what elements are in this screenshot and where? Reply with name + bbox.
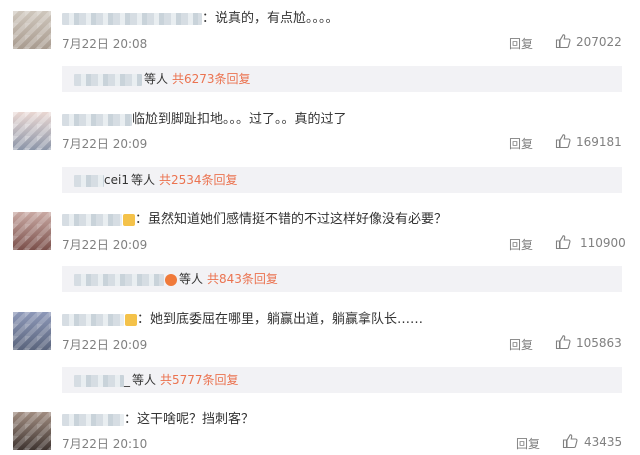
sub-reply-etc: 等人 — [132, 373, 157, 387]
reply-button[interactable]: 回复 — [509, 35, 533, 52]
like-count: 169181 — [576, 135, 622, 149]
sub-reply-users-blurred[interactable] — [74, 273, 164, 286]
comment-line: ：虽然知道她们感情挺不错的不过这样好像没有必要？ — [62, 212, 447, 228]
avatar[interactable] — [13, 412, 51, 450]
comment-text: ：她到底委屈在哪里，躺赢出道，躺赢拿队长…… — [137, 312, 424, 327]
username-blurred[interactable] — [62, 213, 122, 226]
sub-reply-user-suffix: _ — [124, 373, 130, 387]
thumbs-up-icon[interactable] — [555, 33, 571, 49]
comment-line: ：说真的，有点尬。。。。 — [62, 11, 339, 27]
comment-text: ：这干啥呢？挡刺客？ — [124, 412, 255, 427]
avatar[interactable] — [13, 312, 51, 350]
sub-reply-box[interactable]: 等人 共6273条回复 — [62, 66, 622, 92]
sub-reply-users-blurred[interactable] — [74, 374, 124, 387]
avatar[interactable] — [13, 212, 51, 250]
sub-reply-box[interactable]: cei1 等人 共2534条回复 — [62, 167, 622, 193]
comment-line: ：她到底委屈在哪里，躺赢出道，躺赢拿队长…… — [62, 312, 423, 328]
emoji-icon — [165, 273, 177, 286]
comment-text: ：虽然知道她们感情挺不错的不过这样好像没有必要？ — [135, 212, 448, 227]
sub-reply-etc: 等人 — [179, 272, 204, 286]
comment-text: ：说真的，有点尬。。。。 — [202, 11, 339, 26]
like-count: 207022 — [576, 35, 622, 49]
comment-text: 临尬到脚趾扣地。。。过了。。真的过了 — [132, 112, 347, 127]
sub-reply-box[interactable]: _ 等人 共5777条回复 — [62, 367, 622, 393]
username-blurred[interactable] — [62, 12, 202, 25]
sub-reply-users-blurred[interactable] — [74, 174, 104, 187]
avatar[interactable] — [13, 11, 51, 49]
sub-reply-box[interactable]: 等人 共843条回复 — [62, 266, 622, 292]
username-blurred[interactable] — [62, 113, 132, 126]
avatar[interactable] — [13, 112, 51, 150]
like-count: 105863 — [576, 336, 622, 350]
verified-badge-icon — [123, 213, 135, 226]
like-count: 43435 — [584, 435, 623, 449]
thumbs-up-icon[interactable] — [562, 433, 578, 449]
sub-reply-user-suffix: cei1 — [104, 173, 129, 187]
reply-button[interactable]: 回复 — [509, 135, 533, 152]
reply-button[interactable]: 回复 — [509, 236, 533, 253]
like-count: 110900 — [580, 236, 626, 250]
sub-reply-etc: 等人 — [144, 72, 169, 86]
sub-reply-total-link[interactable]: 共843条回复 — [207, 272, 278, 286]
comment-time: 7月22日 20:09 — [62, 238, 148, 252]
comment-time: 7月22日 20:08 — [62, 37, 148, 51]
sub-reply-total-link[interactable]: 共2534条回复 — [159, 173, 238, 187]
comment-time: 7月22日 20:09 — [62, 338, 148, 352]
verified-badge-icon — [125, 313, 137, 326]
sub-reply-total-link[interactable]: 共6273条回复 — [172, 72, 251, 86]
username-blurred[interactable] — [62, 413, 124, 426]
sub-reply-total-link[interactable]: 共5777条回复 — [160, 373, 239, 387]
comment-line: 临尬到脚趾扣地。。。过了。。真的过了 — [62, 112, 347, 128]
comment-time: 7月22日 20:10 — [62, 437, 148, 451]
reply-button[interactable]: 回复 — [509, 336, 533, 353]
thumbs-up-icon[interactable] — [555, 133, 571, 149]
reply-button[interactable]: 回复 — [516, 435, 540, 452]
thumbs-up-icon[interactable] — [555, 334, 571, 350]
comment-line: ：这干啥呢？挡刺客？ — [62, 412, 254, 428]
comment-time: 7月22日 20:09 — [62, 137, 148, 151]
thumbs-up-icon[interactable] — [555, 234, 571, 250]
sub-reply-users-blurred[interactable] — [74, 73, 142, 86]
username-blurred[interactable] — [62, 313, 124, 326]
sub-reply-etc: 等人 — [130, 173, 155, 187]
